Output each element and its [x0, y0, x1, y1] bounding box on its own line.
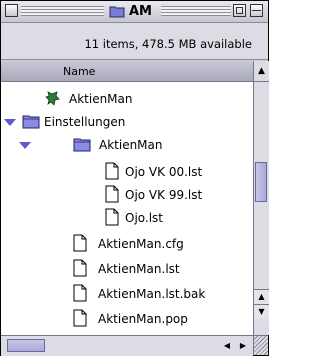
- folder-icon: [22, 115, 40, 129]
- info-text: 11 items, 478.5 MB available: [84, 37, 252, 51]
- window-title-text: AM: [129, 4, 152, 19]
- list-item[interactable]: AktienMan.cfg: [1, 232, 253, 255]
- document-icon: [73, 234, 87, 252]
- scroll-left-arrow-icon[interactable]: ◀: [219, 338, 235, 354]
- document-icon: [73, 259, 87, 277]
- item-label: Ojo.lst: [125, 211, 164, 225]
- resize-grip[interactable]: [253, 335, 268, 355]
- item-label: Einstellungen: [44, 115, 126, 129]
- collapse-box[interactable]: [250, 4, 263, 17]
- horizontal-scrollbar[interactable]: ◀ ▶: [1, 335, 253, 356]
- folder-icon: [109, 6, 125, 18]
- app-icon: [45, 91, 60, 106]
- title-bar[interactable]: AM: [1, 1, 268, 23]
- document-icon: [105, 185, 119, 203]
- list-item[interactable]: Ojo VK 99.lst: [1, 183, 253, 206]
- name-column-header[interactable]: Name: [1, 61, 253, 82]
- disclosure-triangle-icon[interactable]: [4, 119, 16, 126]
- scroll-down-arrow-icon[interactable]: ▼: [254, 304, 269, 319]
- item-label: AktienMan.lst: [98, 262, 180, 276]
- finder-window: AM 11 items, 478.5 MB available Name ▲ A…: [0, 0, 269, 356]
- horizontal-scroll-thumb[interactable]: [7, 339, 45, 352]
- list-item[interactable]: AktienMan.lst: [1, 257, 253, 280]
- vertical-scroll-thumb[interactable]: [255, 162, 267, 202]
- disclosure-triangle-icon[interactable]: [19, 142, 31, 149]
- item-label: AktienMan: [99, 138, 163, 152]
- zoom-box[interactable]: [233, 4, 246, 17]
- folder-icon: [73, 138, 91, 152]
- title-stripes-left: [21, 6, 104, 16]
- document-icon: [73, 284, 87, 302]
- list-item[interactable]: Ojo VK 00.lst: [1, 160, 253, 183]
- sort-direction-button[interactable]: ▲: [253, 61, 269, 82]
- column-header-label: Name: [63, 65, 96, 78]
- vertical-scrollbar[interactable]: ▲ ▼: [253, 82, 269, 335]
- window-title: AM: [104, 2, 157, 21]
- info-bar: 11 items, 478.5 MB available: [1, 23, 268, 60]
- list-item[interactable]: AktienMan.lst.bak: [1, 282, 253, 305]
- list-item[interactable]: AktienMan.pop: [1, 307, 253, 330]
- item-label: AktienMan.pop: [98, 312, 188, 326]
- list-item[interactable]: AktienMan: [1, 133, 253, 156]
- list-item[interactable]: Einstellungen: [1, 110, 253, 133]
- title-stripes-right: [161, 6, 231, 16]
- file-list: AktienMan Einstellungen AktienMan Ojo VK…: [1, 82, 253, 335]
- item-label: AktienMan: [69, 92, 133, 106]
- scroll-right-arrow-icon[interactable]: ▶: [235, 338, 251, 354]
- list-item[interactable]: AktienMan: [1, 87, 253, 110]
- document-icon: [105, 208, 119, 226]
- document-icon: [105, 162, 119, 180]
- scroll-up-arrow-icon[interactable]: ▲: [254, 289, 269, 304]
- item-label: Ojo VK 99.lst: [125, 188, 203, 202]
- item-label: AktienMan.lst.bak: [98, 287, 206, 301]
- item-label: Ojo VK 00.lst: [125, 165, 203, 179]
- close-box[interactable]: [5, 4, 18, 17]
- list-item[interactable]: Ojo.lst: [1, 206, 253, 229]
- document-icon: [73, 309, 87, 327]
- item-label: AktienMan.cfg: [98, 237, 184, 251]
